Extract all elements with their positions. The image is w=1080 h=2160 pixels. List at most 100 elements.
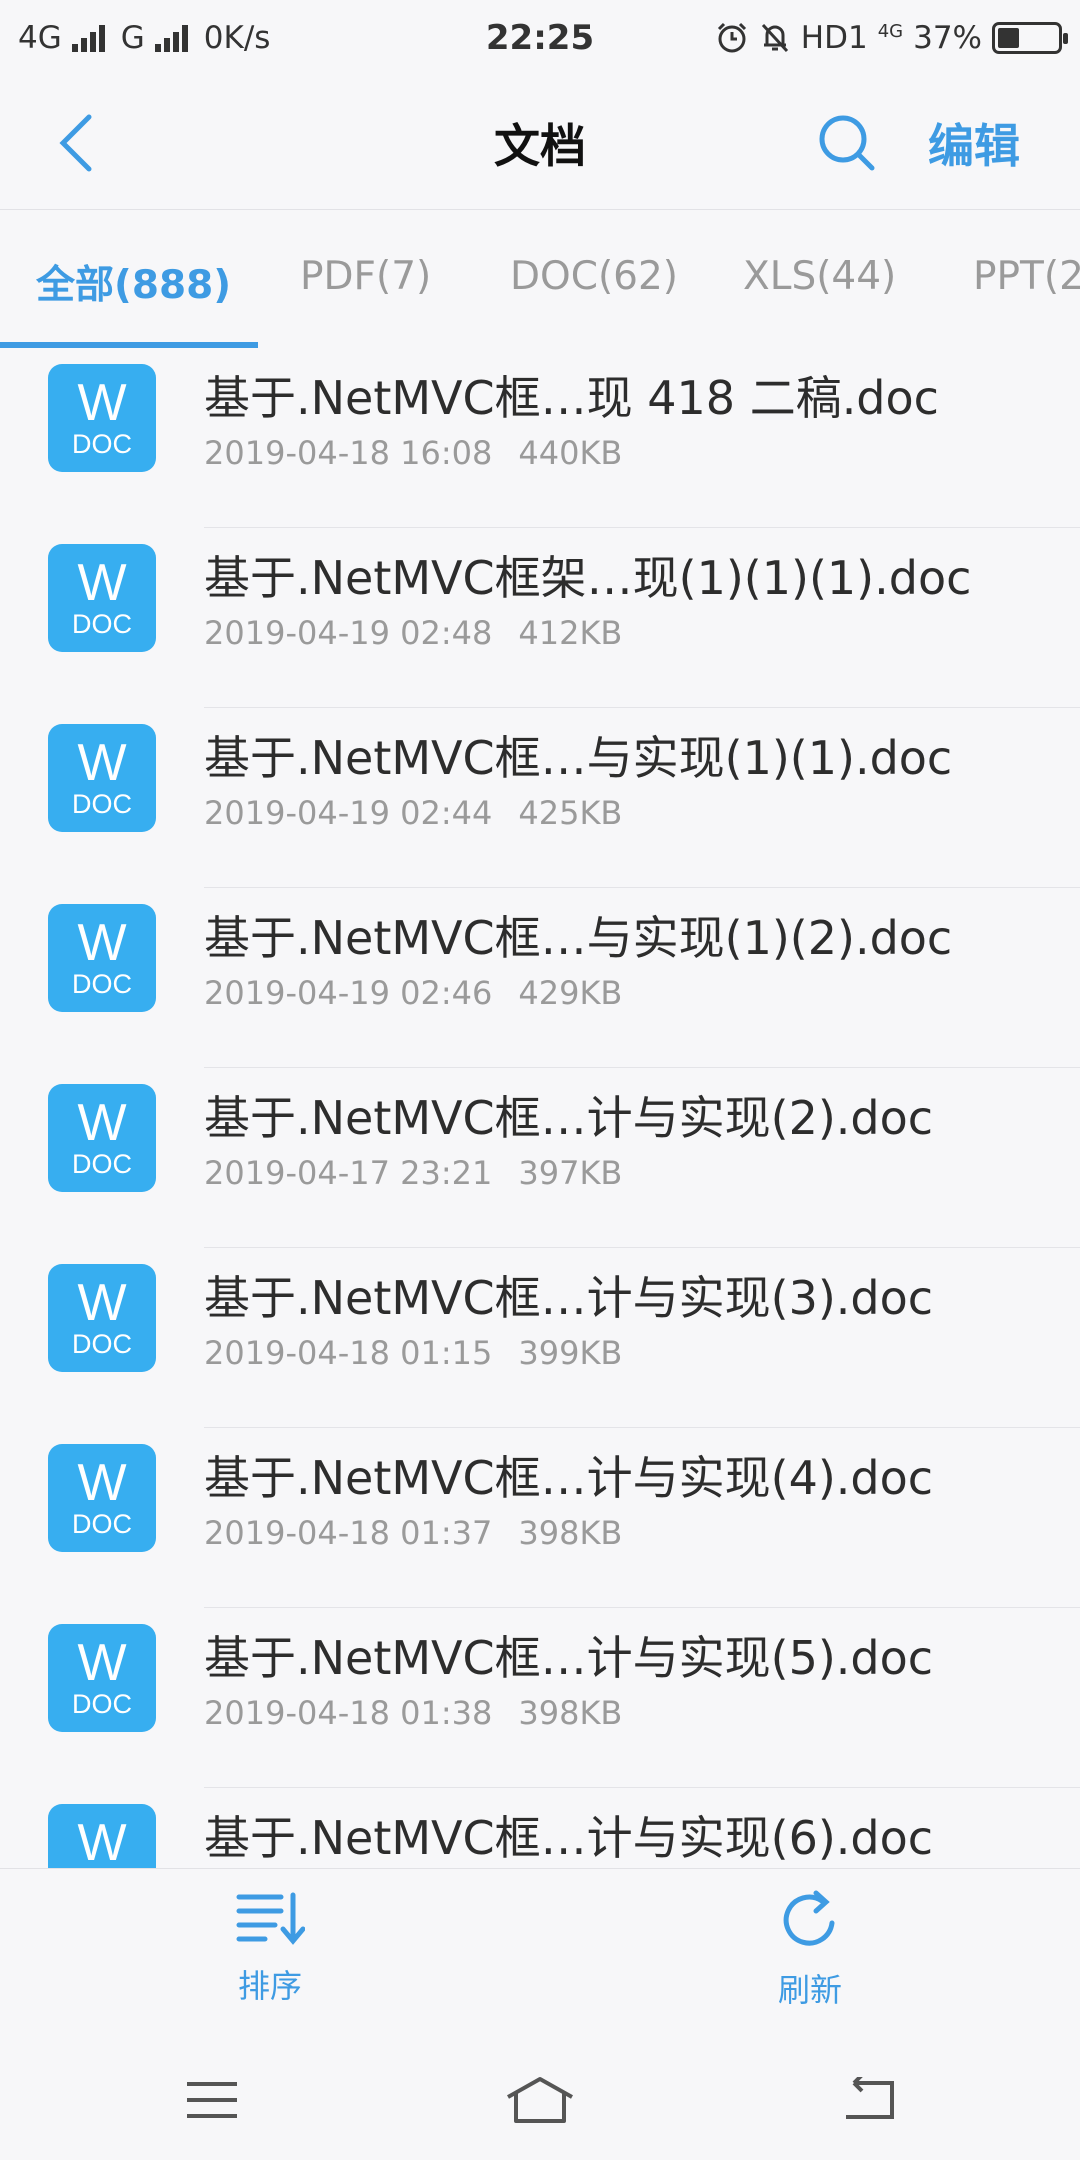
file-meta: 2019-04-19 02:44 425KB xyxy=(204,794,622,832)
file-name: 基于.NetMVC框…计与实现(5).doc xyxy=(204,1631,934,1685)
file-name: 基于.NetMVC框…计与实现(3).doc xyxy=(204,1271,934,1325)
doc-icon-type: DOC xyxy=(72,1149,132,1179)
file-meta: 2019-04-19 02:46 429KB xyxy=(204,974,622,1012)
status-bar: 4G G 0K/s 22:25 HD1 4G 37% xyxy=(0,0,1080,76)
file-size: 440KB xyxy=(518,434,623,472)
file-list: W DOC 基于.NetMVC框…现 418 二稿.doc 2019-04-18 … xyxy=(0,348,1080,1868)
word-doc-icon: WDOC xyxy=(48,1624,156,1732)
search-button[interactable] xyxy=(810,106,884,180)
file-name: 基于.NetMVC框…与实现(1)(1).doc xyxy=(204,731,953,785)
file-size: 412KB xyxy=(518,614,623,652)
file-list-item[interactable]: W DOC 基于.NetMVC框…现 418 二稿.doc 2019-04-18 … xyxy=(0,348,1080,528)
doc-icon-letter: W xyxy=(77,1274,127,1332)
menu-icon xyxy=(187,2082,237,2118)
refresh-label: 刷新 xyxy=(777,1971,842,2009)
file-date: 2019-04-18 16:08 xyxy=(204,434,493,472)
doc-icon-letter: W xyxy=(77,554,127,612)
nav-back-button[interactable] xyxy=(818,2070,918,2130)
word-doc-icon: WDOC xyxy=(48,364,156,472)
file-date: 2019-04-17 23:21 xyxy=(204,1154,493,1192)
file-size: 425KB xyxy=(518,794,623,832)
tab-all[interactable]: 全部(888) xyxy=(36,254,231,310)
bottom-toolbar: 排序 刷新 xyxy=(0,1868,1080,2040)
app-header: 文档 编辑 xyxy=(0,76,1080,210)
word-doc-icon: WDOC xyxy=(48,1084,156,1192)
file-list-item[interactable]: W DOC 基于.NetMVC框…计与实现(5).doc 2019-04-18 0… xyxy=(0,1608,1080,1788)
status-right: HD1 4G 37% xyxy=(715,20,1068,56)
tab-xls[interactable]: XLS(44) xyxy=(743,254,896,299)
file-meta: 2019-04-17 23:21 397KB xyxy=(204,1154,622,1192)
doc-icon-letter: W xyxy=(77,914,127,972)
tab-pdf[interactable]: PDF(7) xyxy=(300,254,431,299)
signal-strength-icon xyxy=(71,24,105,52)
back-button[interactable] xyxy=(40,106,110,180)
battery-icon xyxy=(992,22,1068,54)
file-meta: 2019-04-18 01:15 399KB xyxy=(204,1334,622,1372)
doc-icon-letter: W xyxy=(77,734,127,792)
back-icon xyxy=(846,2077,894,2119)
doc-icon-letter: W xyxy=(77,374,127,432)
tab-doc[interactable]: DOC(62) xyxy=(510,254,678,299)
chevron-left-icon xyxy=(59,114,92,172)
file-list-item[interactable]: WDOC 基于.NetMVC框…计与实现(6).doc xyxy=(0,1788,1080,1868)
sort-icon xyxy=(236,1892,305,1945)
mute-bell-icon xyxy=(761,23,788,53)
file-name: 基于.NetMVC框…现 418 二稿.doc xyxy=(204,371,939,425)
network-speed: 0K/s xyxy=(203,20,271,56)
file-name: 基于.NetMVC框架…现(1)(1)(1).doc xyxy=(204,551,972,605)
file-name: 基于.NetMVC框…与实现(1)(2).doc xyxy=(204,911,953,965)
doc-icon-letter: W xyxy=(77,1634,127,1692)
home-icon xyxy=(507,2077,573,2123)
file-list-item[interactable]: W DOC 基于.NetMVC框…与实现(1)(1).doc 2019-04-19… xyxy=(0,708,1080,888)
file-name: 基于.NetMVC框…计与实现(2).doc xyxy=(204,1091,934,1145)
doc-icon-type: DOC xyxy=(72,1329,132,1359)
doc-icon-letter: W xyxy=(77,1094,127,1152)
file-date: 2019-04-19 02:46 xyxy=(204,974,493,1012)
nav-menu-button[interactable] xyxy=(162,2070,262,2130)
file-meta: 2019-04-18 01:37 398KB xyxy=(204,1514,622,1552)
network-small: 4G xyxy=(877,20,904,42)
file-meta: 2019-04-18 01:38 398KB xyxy=(204,1694,622,1732)
edit-button[interactable]: 编辑 xyxy=(928,106,1020,180)
nav-home-button[interactable] xyxy=(490,2070,590,2130)
file-list-item[interactable]: W DOC 基于.NetMVC框…计与实现(2).doc 2019-04-17 2… xyxy=(0,1068,1080,1248)
doc-icon-type: DOC xyxy=(72,969,132,999)
file-size: 397KB xyxy=(518,1154,623,1192)
sort-button[interactable]: 排序 xyxy=(190,1889,350,2029)
doc-icon-type: DOC xyxy=(72,1509,132,1539)
refresh-button[interactable]: 刷新 xyxy=(730,1889,890,2029)
file-date: 2019-04-18 01:37 xyxy=(204,1514,493,1552)
tab-ppt[interactable]: PPT(2 xyxy=(973,254,1080,299)
file-list-item[interactable]: W DOC 基于.NetMVC框…与实现(1)(2).doc 2019-04-19… xyxy=(0,888,1080,1068)
file-size: 398KB xyxy=(518,1514,623,1552)
network-type-left: 4G xyxy=(18,20,62,56)
word-doc-icon: WDOC xyxy=(48,1804,156,1868)
search-icon xyxy=(819,115,875,171)
file-date: 2019-04-19 02:48 xyxy=(204,614,493,652)
file-list-item[interactable]: W DOC 基于.NetMVC框架…现(1)(1)(1).doc 2019-04-… xyxy=(0,528,1080,708)
file-size: 398KB xyxy=(518,1694,623,1732)
file-size: 429KB xyxy=(518,974,623,1012)
doc-icon-letter: W xyxy=(77,1454,127,1512)
network-type-mid: G xyxy=(120,20,145,56)
doc-icon-type: DOC xyxy=(72,1689,132,1719)
doc-icon-type: DOC xyxy=(72,609,132,639)
word-doc-icon: WDOC xyxy=(48,724,156,832)
file-meta: 2019-04-19 02:48 412KB xyxy=(204,614,622,652)
file-list-item[interactable]: W DOC 基于.NetMVC框…计与实现(3).doc 2019-04-18 0… xyxy=(0,1248,1080,1428)
word-doc-icon: WDOC xyxy=(48,1264,156,1372)
hd-indicator: HD1 xyxy=(800,20,868,56)
page-title: 文档 xyxy=(494,118,586,173)
word-doc-icon: WDOC xyxy=(48,904,156,1012)
status-left: 4G G 0K/s xyxy=(18,20,270,56)
refresh-icon xyxy=(783,1890,835,1946)
doc-icon-letter: W xyxy=(77,1814,127,1868)
file-name: 基于.NetMVC框…计与实现(6).doc xyxy=(204,1811,934,1865)
file-meta: 2019-04-18 16:08 440KB xyxy=(204,434,622,472)
file-size: 399KB xyxy=(518,1334,623,1372)
battery-fill xyxy=(998,28,1020,48)
word-doc-icon: WDOC xyxy=(48,544,156,652)
category-tabs: 全部(888) PDF(7) DOC(62) XLS(44) PPT(2 xyxy=(0,210,1080,348)
file-list-item[interactable]: W DOC 基于.NetMVC框…计与实现(4).doc 2019-04-18 0… xyxy=(0,1428,1080,1608)
file-date: 2019-04-19 02:44 xyxy=(204,794,493,832)
